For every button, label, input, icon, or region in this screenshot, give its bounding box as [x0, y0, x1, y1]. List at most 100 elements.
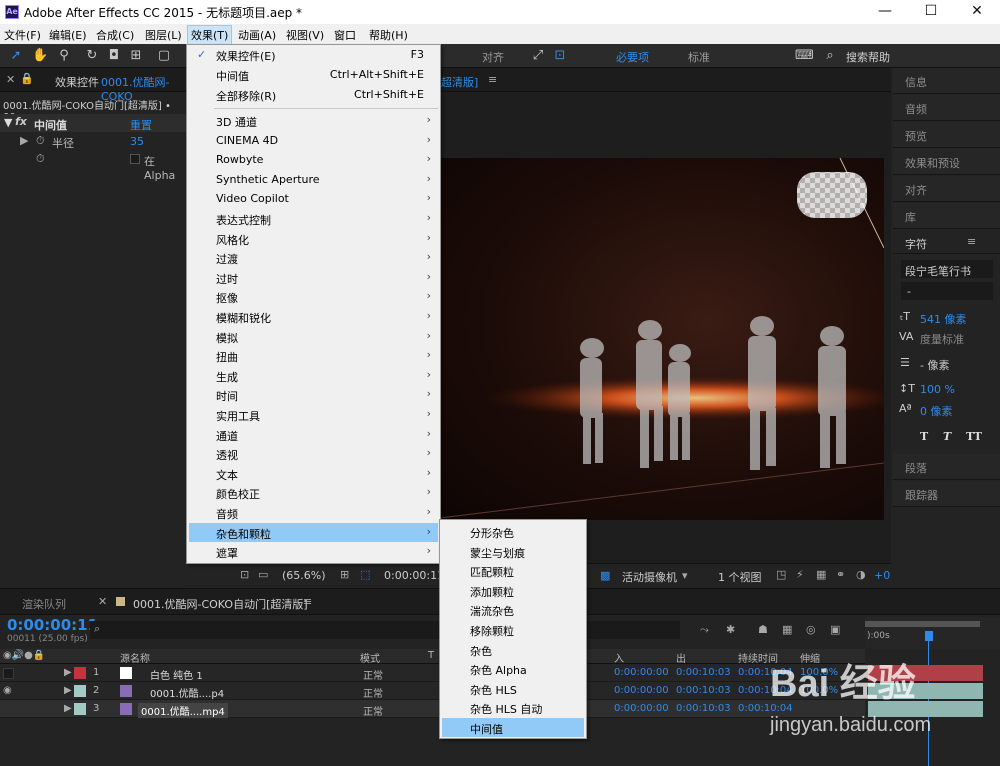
font-family-select[interactable]: 段宁毛笔行书 [901, 260, 993, 278]
maximize-button[interactable]: ☐ [908, 0, 954, 24]
panel-align[interactable]: 对齐 [893, 176, 1000, 202]
menu-item-category[interactable]: 时间 › [189, 385, 438, 404]
menu-help[interactable]: 帮助(H) [366, 26, 411, 44]
submenu-item[interactable]: 杂色 [442, 640, 584, 659]
column-mode[interactable]: 模式 [360, 650, 380, 665]
menu-item-category[interactable]: 过时 › [189, 268, 438, 287]
layer-out[interactable]: 0:00:10:03 [676, 703, 731, 714]
label-color[interactable] [74, 685, 86, 697]
label-color[interactable] [74, 703, 86, 715]
menu-item-category[interactable]: 抠像 › [189, 287, 438, 306]
layer-mode[interactable]: 正常 [363, 667, 383, 682]
layer-row[interactable]: ◉ ▶ 2 0001.优酷....p4 正常 0:00:00:00 0:00:1… [0, 682, 865, 700]
playhead[interactable] [925, 631, 933, 641]
menu-item-category[interactable]: 遮罩 › [189, 542, 438, 561]
snap-icon[interactable]: ⤢ [530, 48, 546, 64]
minimize-button[interactable]: — [862, 0, 908, 24]
views-select[interactable]: 1 个视图 [718, 569, 762, 585]
viewer-timecode[interactable]: 0:00:00:11 [384, 569, 444, 582]
submenu-item[interactable]: 湍流杂色 [442, 600, 584, 619]
effect-controls-tab[interactable]: ✕ 🔒 效果控件 0001.优酷网-COKO [0, 68, 186, 103]
all-caps-button[interactable]: TT [966, 430, 982, 443]
panel-menu-icon[interactable]: ≡ [967, 235, 976, 248]
composition-tab-label[interactable]: 超清版] [441, 74, 478, 90]
monitor-icon[interactable]: ▭ [258, 568, 268, 581]
submenu-item[interactable]: 杂色 HLS [442, 679, 584, 698]
font-style-select[interactable]: - [901, 282, 993, 300]
column-in[interactable]: 入 [614, 650, 624, 665]
timeline-icon[interactable]: ▦ [816, 568, 826, 581]
submenu-item[interactable]: 匹配颗粒 [442, 561, 584, 580]
panel-libraries[interactable]: 库 [893, 203, 1000, 229]
menu-view[interactable]: 视图(V) [283, 26, 327, 44]
align-label[interactable]: 对齐 [482, 49, 504, 65]
workspace-essentials[interactable]: 必要项 [616, 49, 649, 65]
workspace-standard[interactable]: 标准 [688, 49, 710, 65]
tracking-value[interactable]: 度量标准 [920, 331, 964, 347]
column-source-name[interactable]: 源名称 [120, 650, 150, 665]
submenu-item[interactable]: 杂色 Alpha [442, 659, 584, 678]
layer-name[interactable]: 0001.优酷....p4 [150, 685, 224, 700]
zoom-level[interactable]: (65.6%) [282, 569, 326, 582]
faux-bold-button[interactable]: T [920, 430, 928, 443]
menu-item-remove-all[interactable]: 全部移除(R) Ctrl+Shift+E [189, 85, 438, 104]
menu-item-category[interactable]: 风格化 › [189, 229, 438, 248]
search-help-label[interactable]: 搜索帮助 [846, 49, 890, 65]
menu-window[interactable]: 窗口 [331, 26, 359, 44]
fx-icon[interactable]: fx [15, 115, 27, 128]
menu-item-category[interactable]: 文本 › [189, 464, 438, 483]
menu-item-category[interactable]: 透视 › [189, 444, 438, 463]
menu-animation[interactable]: 动画(A) [235, 26, 279, 44]
close-button[interactable]: ✕ [954, 0, 1000, 24]
baseline-value[interactable]: 0 像素 [920, 403, 953, 419]
camera-tool-icon[interactable]: ◘ [106, 48, 122, 64]
flowchart-icon[interactable]: ⚭ [836, 568, 845, 581]
close-panel-icon[interactable]: ✕ [6, 73, 15, 86]
layer-out[interactable]: 0:00:10:03 [676, 685, 731, 696]
menu-edit[interactable]: 编辑(E) [46, 26, 90, 44]
rotate-tool-icon[interactable]: ↻ [84, 48, 100, 64]
hide-shy-icon[interactable]: ☗ [758, 623, 768, 636]
effect-row-median[interactable]: ▼ fx 中间值 重置 [0, 114, 186, 132]
submenu-item[interactable]: 杂色 HLS 自动 [442, 698, 584, 717]
draft-3d-icon[interactable]: ✱ [726, 623, 735, 636]
layer-mode[interactable]: 正常 [363, 703, 383, 718]
panel-audio[interactable]: 音频 [893, 95, 1000, 121]
rectangle-tool-icon[interactable]: ▢ [156, 48, 172, 64]
region-icon[interactable]: ⬚ [360, 568, 370, 581]
menu-item-category[interactable]: 通道 › [189, 425, 438, 444]
menu-item-category[interactable]: CINEMA 4D › [189, 131, 438, 150]
panel-info[interactable]: 信息 [893, 68, 1000, 94]
keyboard-icon[interactable]: ⌨ [795, 48, 814, 64]
menu-item-category[interactable]: 生成 › [189, 366, 438, 385]
menu-item-category[interactable]: 模拟 › [189, 327, 438, 346]
hand-tool-icon[interactable]: ✋ [32, 48, 48, 64]
eye-icon[interactable]: ◉ [3, 685, 12, 696]
param-radius-value[interactable]: 35 [130, 135, 144, 148]
fast-preview-icon[interactable]: ⚡ [796, 568, 804, 581]
time-ruler[interactable]: ):00s [865, 617, 1000, 766]
chevron-down-icon[interactable]: ▾ [682, 569, 688, 582]
menu-effect[interactable]: 效果(T) [187, 25, 233, 45]
layer-mode[interactable]: 正常 [363, 685, 383, 700]
layer-in[interactable]: 0:00:00:00 [614, 685, 669, 696]
expand-arrow-icon[interactable]: ▶ [64, 685, 72, 696]
expand-arrow-icon[interactable]: ▶ [64, 667, 72, 678]
font-size-value[interactable]: 541 像素 [920, 311, 967, 327]
leading-value[interactable]: - 像素 [920, 357, 949, 373]
preview-icon[interactable]: ⊡ [240, 568, 249, 581]
menu-item-effect-controls[interactable]: ✓ 效果控件(E) F3 [189, 45, 438, 64]
submenu-item[interactable]: 中间值 [442, 718, 584, 737]
menu-item-category[interactable]: 颜色校正 › [189, 483, 438, 502]
menu-item-category[interactable]: 过渡 › [189, 248, 438, 267]
pan-behind-tool-icon[interactable]: ⊞ [128, 48, 144, 64]
layer-name[interactable]: 白色 纯色 1 [150, 667, 203, 682]
layer-name[interactable]: 0001.优酷....mp4 [138, 703, 228, 718]
menu-item-category[interactable]: 实用工具 › [189, 405, 438, 424]
motion-blur-icon[interactable]: ◎ [806, 623, 816, 636]
close-tab-icon[interactable]: ✕ [98, 595, 107, 608]
panel-preview[interactable]: 预览 [893, 122, 1000, 148]
submenu-item[interactable]: 添加颗粒 [442, 581, 584, 600]
label-color[interactable] [74, 667, 86, 679]
menu-item-category[interactable]: 杂色和颗粒 › [189, 522, 438, 542]
